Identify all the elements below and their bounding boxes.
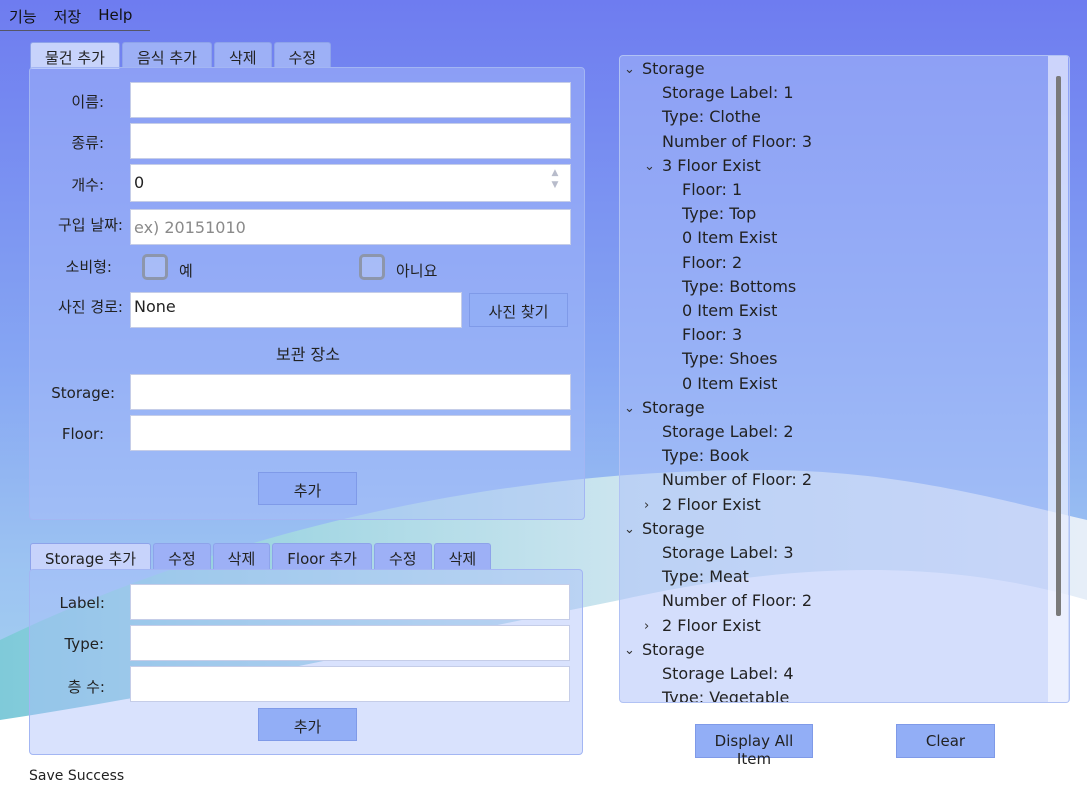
- count-value: 0: [134, 173, 145, 192]
- kind-label: 종류:: [71, 134, 104, 152]
- tree-node[interactable]: 2 Floor Exist: [662, 495, 761, 514]
- clear-button[interactable]: Clear: [896, 724, 995, 758]
- storage-label: Storage:: [51, 384, 115, 402]
- tree-node[interactable]: Floor: 2: [682, 253, 742, 272]
- tree-node[interactable]: Storage: [642, 519, 705, 538]
- status-text: Save Success: [29, 768, 125, 784]
- storage-type-input[interactable]: [130, 625, 570, 661]
- no-label: 아니요: [396, 262, 438, 280]
- kind-input[interactable]: [130, 123, 571, 159]
- tree-node[interactable]: Floor: 3: [682, 325, 742, 344]
- purchase-date-input[interactable]: ex) 20151010: [130, 209, 571, 245]
- spin-up-icon[interactable]: ▲: [548, 167, 562, 179]
- tab-delete-floor[interactable]: 삭제: [433, 543, 492, 569]
- collapse-arrow-icon[interactable]: ›: [644, 619, 649, 634]
- tree-node[interactable]: Number of Floor: 3: [662, 132, 812, 151]
- yes-checkbox[interactable]: [142, 254, 168, 280]
- tree-node[interactable]: Type: Book: [662, 446, 749, 465]
- tree-node[interactable]: Type: Vegetable: [662, 688, 789, 702]
- tree-node[interactable]: Number of Floor: 2: [662, 591, 812, 610]
- expand-arrow-icon[interactable]: ⌄: [624, 401, 635, 416]
- tree-node[interactable]: 2 Floor Exist: [662, 616, 761, 635]
- find-photo-button[interactable]: 사진 찾기: [469, 293, 568, 327]
- storage-input[interactable]: [130, 374, 571, 410]
- consumable-label: 소비형:: [65, 258, 112, 276]
- menu-help[interactable]: Help: [89, 0, 140, 30]
- tree-node[interactable]: Type: Bottoms: [682, 277, 796, 296]
- floor-label: Floor:: [61, 425, 104, 443]
- tree-node[interactable]: 0 Item Exist: [682, 374, 777, 393]
- add-storage-button[interactable]: 추가: [258, 708, 357, 741]
- tab-add-floor[interactable]: Floor 추가: [272, 543, 372, 569]
- yes-label: 예: [179, 262, 193, 280]
- tree-scrollbar[interactable]: [1048, 56, 1068, 702]
- tab-delete-storage[interactable]: 삭제: [212, 543, 271, 569]
- tree-node[interactable]: Storage Label: 4: [662, 664, 794, 683]
- tree-node[interactable]: Storage Label: 3: [662, 543, 794, 562]
- storage-form-panel: Label: Type: 층 수: 추가: [29, 569, 583, 755]
- tree-node[interactable]: Storage: [642, 398, 705, 417]
- tree-node[interactable]: Floor: 1: [682, 180, 742, 199]
- count-spinbox[interactable]: 0 ▲ ▼: [130, 164, 571, 202]
- floors-label: 층 수:: [67, 678, 105, 696]
- tab-add-food[interactable]: 음식 추가: [121, 42, 212, 68]
- tree-node[interactable]: 3 Floor Exist: [662, 156, 761, 175]
- photo-path-input[interactable]: None: [130, 292, 462, 328]
- collapse-arrow-icon[interactable]: ›: [644, 498, 649, 513]
- tree-node[interactable]: Number of Floor: 2: [662, 470, 812, 489]
- tree-scrollbar-thumb[interactable]: [1056, 76, 1061, 616]
- tab-add-item[interactable]: 물건 추가: [30, 42, 120, 69]
- tree-node[interactable]: Type: Meat: [662, 567, 749, 586]
- tab-edit-item[interactable]: 수정: [273, 42, 332, 68]
- tree-node[interactable]: Storage: [642, 640, 705, 659]
- menu-save[interactable]: 저장: [45, 0, 90, 30]
- storage-tree-view[interactable]: ⌄ Storage Storage Label: 1 Type: Clothe Numb…: [619, 55, 1070, 703]
- tab-edit-floor[interactable]: 수정: [373, 543, 432, 569]
- date-label: 구입 날짜:: [57, 216, 123, 234]
- tree-node[interactable]: Type: Shoes: [682, 349, 778, 368]
- floor-count-input[interactable]: [130, 666, 570, 702]
- expand-arrow-icon[interactable]: ⌄: [624, 643, 635, 658]
- tab-delete-item[interactable]: 삭제: [213, 42, 272, 68]
- tree-node[interactable]: Storage: [642, 59, 705, 78]
- tree-node[interactable]: Type: Clothe: [662, 107, 761, 126]
- storage-section-title: 보관 장소: [276, 345, 340, 364]
- item-tab-bar: 물건 추가 음식 추가 삭제 수정: [30, 42, 333, 69]
- storage-label-input[interactable]: [130, 584, 570, 620]
- tree-node[interactable]: Storage Label: 2: [662, 422, 794, 441]
- item-form-panel: 이름: 종류: 개수: 0 ▲ ▼ 구입 날짜: ex) 20151010 소비…: [29, 67, 585, 520]
- menu-bar: 기능 저장 Help: [0, 0, 150, 31]
- floor-input[interactable]: [130, 415, 571, 451]
- tree-node[interactable]: Storage Label: 1: [662, 83, 794, 102]
- tree-node[interactable]: 0 Item Exist: [682, 301, 777, 320]
- display-all-items-button[interactable]: Display All Item: [695, 724, 813, 768]
- type-label: Type:: [64, 635, 104, 653]
- spin-arrows[interactable]: ▲ ▼: [548, 167, 562, 197]
- no-checkbox[interactable]: [359, 254, 385, 280]
- tree-node[interactable]: 0 Item Exist: [682, 228, 777, 247]
- name-label: 이름:: [71, 93, 104, 111]
- menu-function[interactable]: 기능: [0, 0, 45, 30]
- tab-add-storage[interactable]: Storage 추가: [30, 543, 152, 570]
- tree-node[interactable]: Type: Top: [682, 204, 756, 223]
- spin-down-icon[interactable]: ▼: [548, 179, 562, 191]
- expand-arrow-icon[interactable]: ⌄: [624, 522, 635, 537]
- label-label: Label:: [59, 594, 105, 612]
- photo-label: 사진 경로:: [57, 298, 123, 316]
- tab-edit-storage[interactable]: 수정: [153, 543, 211, 569]
- add-item-button[interactable]: 추가: [258, 472, 357, 505]
- count-label: 개수:: [71, 176, 104, 194]
- expand-arrow-icon[interactable]: ⌄: [624, 62, 635, 77]
- expand-arrow-icon[interactable]: ⌄: [644, 159, 655, 174]
- storage-tab-bar: Storage 추가 수정 삭제 Floor 추가 수정 삭제: [30, 543, 493, 570]
- name-input[interactable]: [130, 82, 571, 118]
